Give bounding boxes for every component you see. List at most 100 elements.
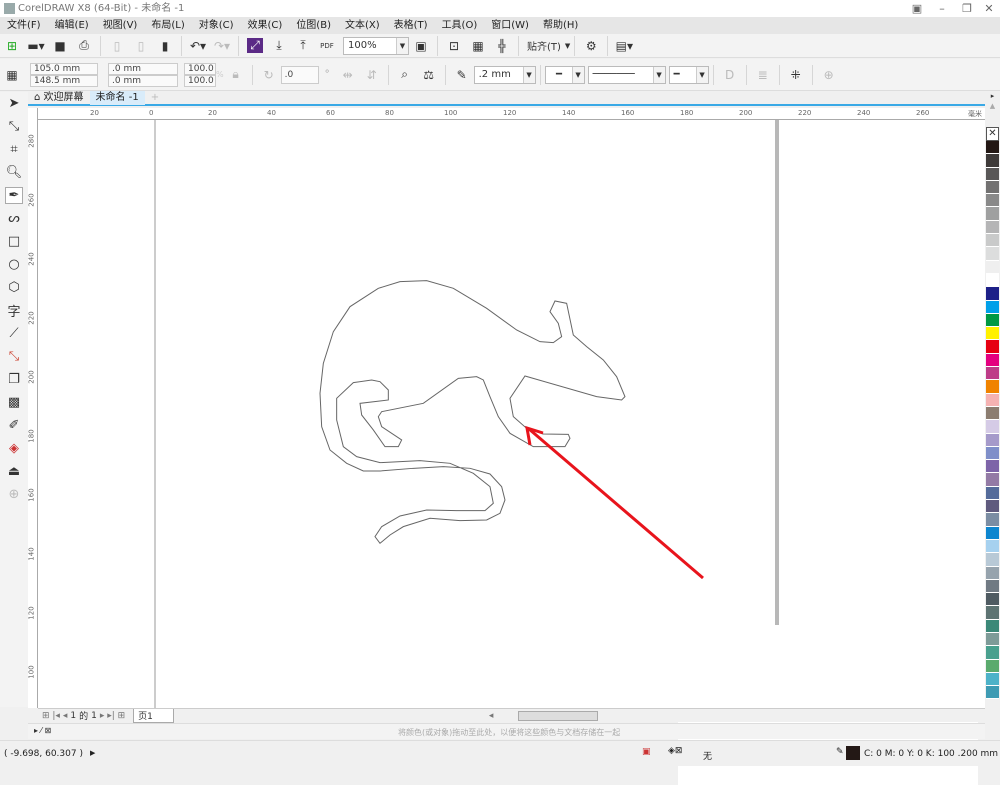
mirror-horizontal-icon[interactable]: ⇹ <box>338 65 358 85</box>
convert-to-curves-icon[interactable]: ⁜ <box>786 65 806 85</box>
color-swatch[interactable] <box>986 646 999 660</box>
start-arrowhead-select[interactable]: ━ ▼ <box>544 65 585 84</box>
color-swatch[interactable] <box>986 619 999 633</box>
color-swatch[interactable] <box>986 247 999 261</box>
menu-text[interactable]: 文本(X) <box>338 17 387 34</box>
color-swatch[interactable] <box>986 526 999 540</box>
copy-icon[interactable]: ▯ <box>131 36 151 56</box>
color-swatch[interactable] <box>986 367 999 381</box>
restore-button[interactable]: ❐ <box>955 0 979 17</box>
color-swatch[interactable] <box>986 194 999 208</box>
transparency-tool-icon[interactable]: ▩ <box>0 391 28 414</box>
color-swatch[interactable] <box>986 154 999 168</box>
color-swatch[interactable] <box>986 513 999 527</box>
show-grid-icon[interactable]: ▦ <box>468 36 488 56</box>
undo-icon[interactable]: ↶▾ <box>188 36 208 56</box>
polygon-tool-icon[interactable]: ⬡ <box>0 276 28 299</box>
tab-welcome-screen[interactable]: ⌂ 欢迎屏幕 <box>28 91 90 105</box>
color-swatch[interactable] <box>986 686 999 700</box>
add-icon[interactable]: ⊕ <box>819 65 839 85</box>
save-icon[interactable]: ■ <box>50 36 70 56</box>
color-swatch[interactable] <box>986 672 999 687</box>
color-swatch[interactable] <box>986 260 999 274</box>
horizontal-ruler[interactable]: 20 0 20 40 60 80 100 120 140 160 180 200 220 240 260 毫米 <box>38 108 985 120</box>
last-page-icon[interactable]: ▸ ▸| ⊞ <box>100 711 125 721</box>
color-swatch[interactable] <box>986 659 999 673</box>
chevron-down-icon[interactable]: ▼ <box>695 66 708 83</box>
ellipse-tool-icon[interactable]: ○ <box>0 253 28 276</box>
zoom-tool-icon[interactable]: 🔍︎ <box>0 161 28 184</box>
add-tool-icon[interactable]: ⊕ <box>0 483 28 506</box>
color-swatch[interactable] <box>986 353 999 368</box>
menu-view[interactable]: 视图(V) <box>96 17 145 34</box>
print-icon[interactable]: ⎙ <box>74 36 94 56</box>
close-button[interactable]: ✕ <box>977 0 1000 17</box>
snap-to-button[interactable]: 贴齐(T) <box>523 38 565 53</box>
color-swatch[interactable] <box>986 340 999 354</box>
drawing-canvas[interactable] <box>38 120 985 785</box>
color-swatch[interactable] <box>986 406 999 421</box>
color-swatch[interactable] <box>986 553 999 567</box>
export-icon[interactable]: ⤒ <box>293 36 313 56</box>
connector-tool-icon[interactable]: ⤡ <box>0 345 28 368</box>
vertical-ruler[interactable]: 280 260 240 220 200 180 160 140 120 100 <box>28 108 38 708</box>
color-swatch[interactable] <box>986 234 999 248</box>
color-swatch[interactable] <box>986 207 999 221</box>
smart-fill-tool-icon[interactable]: ⏏ <box>0 460 28 483</box>
color-swatch[interactable] <box>986 380 999 394</box>
publish-pdf-icon[interactable]: PDF <box>317 36 337 56</box>
menu-bitmaps[interactable]: 位图(B) <box>289 17 338 34</box>
search-content-icon[interactable]: ⤢ <box>245 36 265 56</box>
height-field[interactable]: .0 mm <box>108 74 178 87</box>
outline-width-select[interactable]: .2 mm ▼ <box>473 65 536 84</box>
rotation-angle-field[interactable]: .0 <box>280 65 319 84</box>
freehand-tool-icon[interactable]: ᔕ <box>0 207 28 230</box>
menu-tools[interactable]: 工具(O) <box>435 17 485 34</box>
paste-icon[interactable]: ▮ <box>155 36 175 56</box>
scale-y-field[interactable]: 100.0 <box>184 74 216 87</box>
edit-fill-icon[interactable]: ⚖ <box>419 65 439 85</box>
menu-help[interactable]: 帮助(H) <box>536 17 585 34</box>
palette-menu-icon[interactable]: ▸ ⁄ ⊠ <box>34 726 51 735</box>
color-swatch[interactable] <box>986 486 999 501</box>
menu-file[interactable]: 文件(F) <box>0 17 48 34</box>
chevron-down-icon[interactable]: ▼ <box>565 42 570 50</box>
new-document-icon[interactable]: ⊞ <box>2 36 22 56</box>
horizontal-scrollbar-thumb[interactable] <box>518 710 599 721</box>
color-swatch[interactable] <box>986 141 999 155</box>
crop-tool-icon[interactable]: ⌗ <box>0 138 28 161</box>
color-swatch[interactable] <box>986 579 999 594</box>
drop-shadow-tool-icon[interactable]: ❐ <box>0 368 28 391</box>
wrap-text-icon[interactable]: ≣ <box>753 65 773 85</box>
menu-object[interactable]: 对象(C) <box>192 17 241 34</box>
color-swatch[interactable] <box>986 593 999 607</box>
eyedropper-tool-icon[interactable]: ✐ <box>0 414 28 437</box>
status-expand-icon[interactable]: ▶ <box>90 749 95 757</box>
scale-x-field[interactable]: 100.0 <box>184 62 216 75</box>
color-swatch[interactable] <box>986 632 999 647</box>
color-swatch[interactable] <box>986 273 999 288</box>
minimize-button[interactable]: – <box>930 0 954 17</box>
scroll-up-icon[interactable]: ▸ <box>985 92 1000 102</box>
zoom-level-select[interactable]: 100% ▼ <box>343 36 409 55</box>
cut-icon[interactable]: ▯ <box>107 36 127 56</box>
line-style-select[interactable]: ─────── ▼ <box>587 65 666 84</box>
rat-outline-shape[interactable] <box>319 280 626 545</box>
color-swatch[interactable] <box>986 287 999 301</box>
chevron-down-icon[interactable]: ▼ <box>396 37 408 54</box>
color-swatch[interactable] <box>986 420 999 434</box>
text-tool-icon[interactable]: 字 <box>0 299 28 322</box>
tab-untitled-1[interactable]: 未命名 -1 <box>89 91 145 105</box>
y-position-field[interactable]: 148.5 mm <box>30 74 98 87</box>
dimension-tool-icon[interactable]: ⟋ <box>0 322 28 345</box>
redo-icon[interactable]: ↷▾ <box>212 36 232 56</box>
color-swatch[interactable] <box>986 313 999 328</box>
mirror-vertical-icon[interactable]: ⇵ <box>362 65 382 85</box>
color-swatch[interactable] <box>986 167 999 181</box>
chevron-down-icon[interactable]: ▼ <box>522 66 535 83</box>
color-swatch[interactable] <box>986 180 999 195</box>
end-arrowhead-select[interactable]: ━ ▼ <box>668 65 709 84</box>
color-swatch[interactable] <box>986 500 999 514</box>
menu-table[interactable]: 表格(T) <box>387 17 435 34</box>
color-swatch[interactable] <box>986 539 999 554</box>
